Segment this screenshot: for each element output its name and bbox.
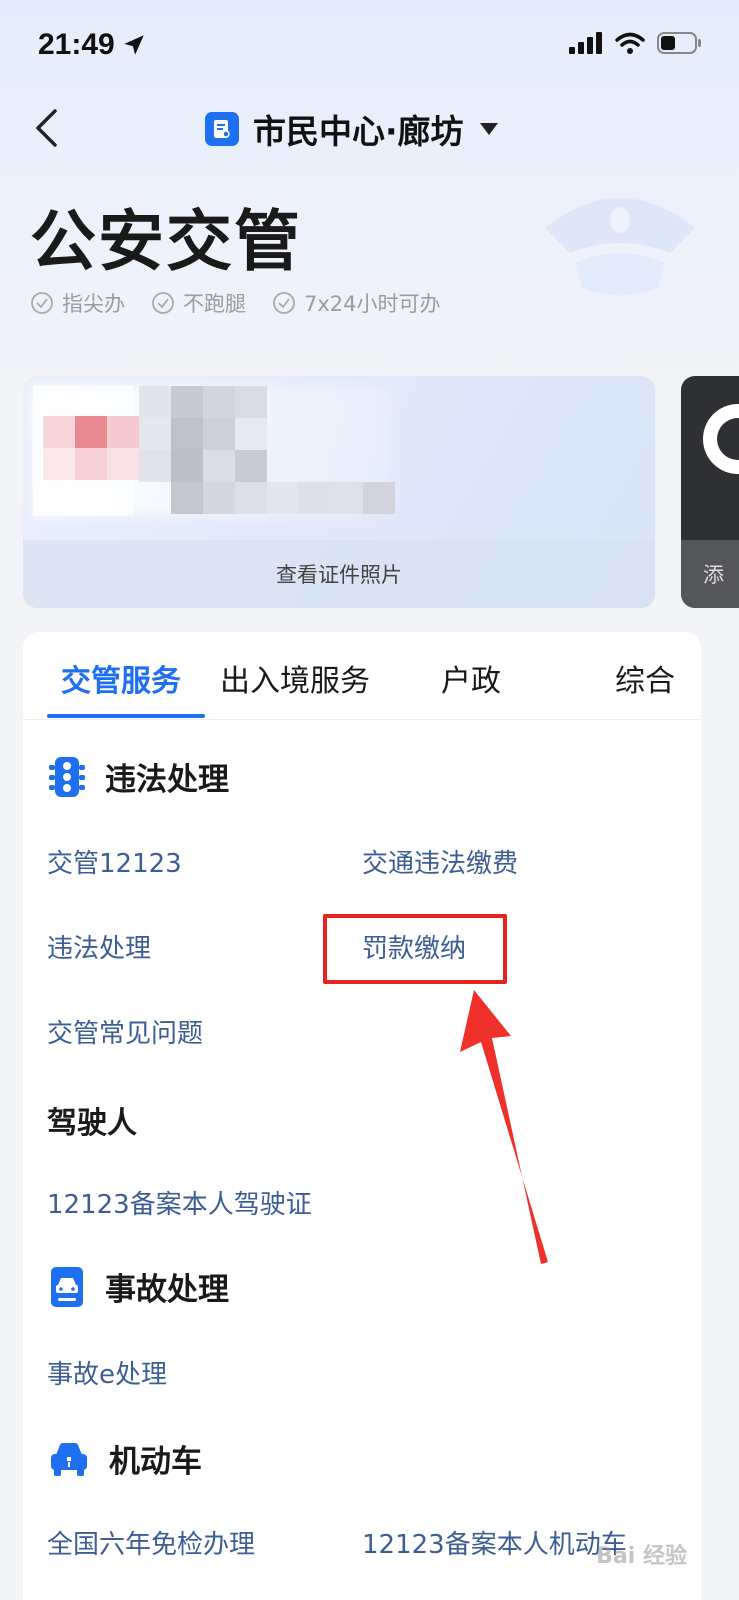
- link-six-year-exemption[interactable]: 全国六年免检办理: [47, 1524, 255, 1561]
- section-vehicle-header: 机动车: [49, 1436, 202, 1481]
- link-accident-e[interactable]: 事故e处理: [47, 1354, 167, 1391]
- tab-household[interactable]: 户政: [441, 656, 501, 700]
- pixelated-card-content: [33, 386, 395, 516]
- document-icon: [205, 112, 239, 146]
- city-selector[interactable]: 市民中心·廊坊: [205, 104, 500, 154]
- page: 21:49 市民中心·廊坊 公安交管 指尖办 不跑腿 7x24小时可办 查看证件…: [0, 0, 739, 1600]
- page-title: 公安交管: [30, 203, 302, 280]
- link-violation-handling[interactable]: 违法处理: [47, 928, 151, 965]
- active-tab-indicator: [47, 714, 205, 718]
- add-card-label: 添: [681, 540, 739, 608]
- status-time: 21:49: [38, 28, 147, 62]
- feature-item: 不跑腿: [151, 288, 246, 318]
- section-accident-header: 事故处理: [49, 1264, 229, 1309]
- feature-label: 7x24小时可办: [304, 292, 441, 316]
- signal-icon: [569, 32, 602, 54]
- status-indicators: [569, 32, 703, 54]
- check-circle-icon: [273, 292, 295, 314]
- check-circle-icon: [31, 292, 53, 314]
- service-panel: 交管服务 出入境服务 户政 综合 违法处理 交管12123 交通违法缴费 违法处…: [23, 632, 701, 1600]
- section-driver-title: 驾驶人: [47, 1106, 137, 1141]
- id-card[interactable]: 查看证件照片: [23, 376, 655, 608]
- feature-label: 不跑腿: [183, 292, 246, 316]
- wifi-icon: [615, 32, 645, 54]
- feature-item: 指尖办: [30, 288, 125, 318]
- section-title: 机动车: [109, 1444, 202, 1480]
- link-vehicle-record[interactable]: 12123备案本人机动车: [362, 1524, 627, 1561]
- location-arrow-icon: [123, 35, 144, 55]
- link-12123[interactable]: 交管12123: [47, 843, 182, 880]
- view-photo-button[interactable]: 查看证件照片: [23, 540, 655, 608]
- status-time-text: 21:49: [38, 28, 115, 61]
- feature-item: 7x24小时可办: [272, 288, 441, 318]
- traffic-light-icon: [49, 756, 85, 797]
- tab-traffic[interactable]: 交管服务: [61, 656, 181, 700]
- battery-icon: [657, 32, 701, 54]
- car-document-icon: [51, 1266, 83, 1307]
- feature-list: 指尖办 不跑腿 7x24小时可办: [30, 288, 441, 318]
- section-title: 事故处理: [105, 1272, 229, 1308]
- chevron-left-icon: [36, 109, 57, 147]
- link-driver-license[interactable]: 12123备案本人驾驶证: [47, 1184, 312, 1221]
- police-cap-illustration: [545, 198, 695, 296]
- annotation-highlight-box: [323, 914, 507, 984]
- back-button[interactable]: [26, 104, 66, 152]
- section-title: 违法处理: [105, 762, 229, 798]
- link-violation-payment[interactable]: 交通违法缴费: [362, 843, 518, 880]
- link-traffic-faq[interactable]: 交管常见问题: [47, 1013, 203, 1050]
- watermark: Bai 经验: [596, 1544, 687, 1569]
- next-card[interactable]: 添: [681, 376, 739, 608]
- service-tabs: 交管服务 出入境服务 户政 综合: [23, 632, 701, 720]
- section-violation-header: 违法处理: [49, 754, 229, 799]
- city-title: 市民中心·廊坊: [253, 112, 464, 151]
- feature-label: 指尖办: [62, 292, 125, 316]
- tab-general[interactable]: 综合: [615, 656, 675, 700]
- tab-exit-entry[interactable]: 出入境服务: [220, 656, 370, 700]
- check-circle-icon: [152, 292, 174, 314]
- car-icon: [51, 1442, 87, 1476]
- caret-down-icon: [479, 123, 498, 135]
